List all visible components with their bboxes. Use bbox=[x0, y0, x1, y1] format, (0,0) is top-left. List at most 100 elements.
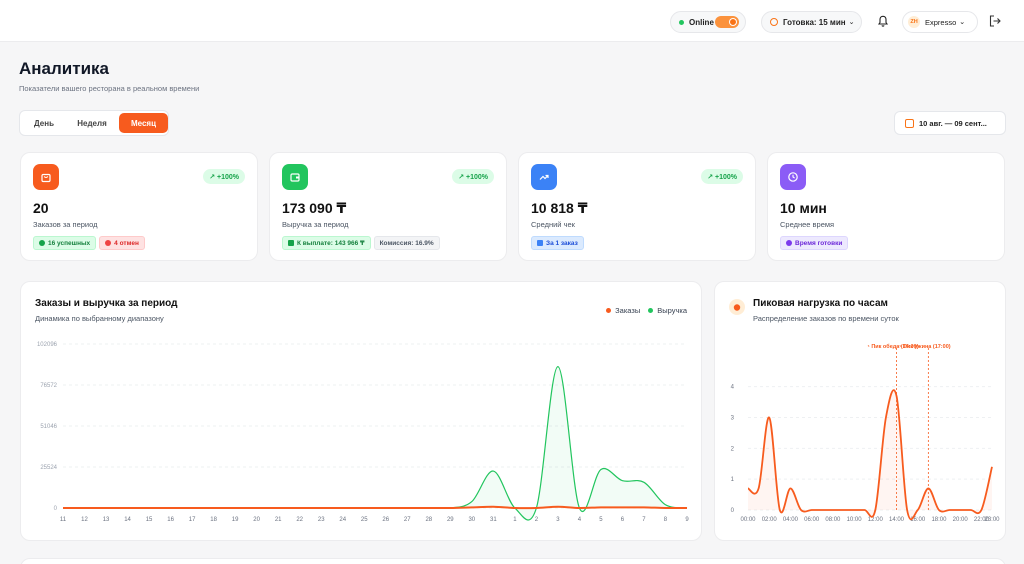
trend-badge: ↗ +100% bbox=[203, 169, 245, 184]
x-tick-label: 22 bbox=[296, 517, 303, 523]
x-tick-label: 31 bbox=[490, 517, 497, 523]
stat-value: 173 090 ₸ bbox=[282, 200, 347, 216]
x-icon bbox=[105, 240, 112, 246]
stat-label: Средний чек bbox=[531, 220, 575, 229]
x-tick-label: 25 bbox=[361, 517, 368, 523]
x-tick-label: 28 bbox=[425, 517, 432, 523]
y-tick-label: 76572 bbox=[40, 383, 57, 389]
peak-hours-chart: 0 1 2 3 4 00:00 02:00 04:00 06:00 08:00 10:00 12:00… bbox=[731, 343, 1001, 523]
x-tick-label: 06:00 bbox=[804, 517, 820, 523]
clock-icon bbox=[770, 18, 778, 26]
x-tick-label: 20 bbox=[253, 517, 260, 523]
calendar-icon bbox=[905, 118, 914, 128]
stat-label: Среднее время bbox=[780, 220, 835, 229]
stat-value: 10 818 ₸ bbox=[531, 200, 588, 216]
top-bar: Online Готовка: 15 мин ⌄ ZH Expresso ⌄ bbox=[0, 0, 1024, 42]
x-tick-label: 00:00 bbox=[740, 517, 756, 523]
user-menu[interactable]: ZH Expresso ⌄ bbox=[902, 11, 978, 33]
x-tick-label: 20:00 bbox=[953, 517, 969, 523]
clock-icon bbox=[780, 164, 806, 190]
date-range-label: 10 авг. — 09 сент... bbox=[919, 118, 987, 128]
x-tick-label: 9 bbox=[685, 517, 689, 523]
x-tick-label: 12:00 bbox=[868, 517, 884, 523]
x-tick-label: 4 bbox=[578, 517, 582, 523]
stat-value: 10 мин bbox=[780, 200, 827, 216]
stat-label: Выручка за период bbox=[282, 220, 349, 229]
x-tick-label: 26 bbox=[382, 517, 389, 523]
peak-annotation-dinner: ◔ Пик ужина (17:00) bbox=[898, 344, 951, 350]
x-tick-label: 17 bbox=[189, 517, 196, 523]
trending-up-icon bbox=[531, 164, 557, 190]
x-tick-label: 16 bbox=[167, 517, 174, 523]
check-icon bbox=[39, 240, 45, 246]
chevron-down-icon: ⌄ bbox=[959, 19, 966, 26]
cancel-badge: 4 отмен bbox=[99, 236, 145, 250]
y-tick-label: 4 bbox=[731, 385, 735, 391]
per-order-badge: За 1 заказ bbox=[531, 236, 584, 250]
x-tick-label: 2 bbox=[535, 517, 539, 523]
trend-badge: ↗ +100% bbox=[701, 169, 743, 184]
y-tick-label: 25524 bbox=[40, 465, 57, 471]
y-tick-label: 51046 bbox=[40, 424, 57, 430]
y-tick-label: 102096 bbox=[37, 342, 58, 348]
revenue-area bbox=[63, 366, 687, 520]
payout-badge: К выплате: 143 966 ₸ bbox=[282, 236, 371, 250]
y-tick-label: 3 bbox=[731, 416, 735, 422]
peak-hours-chart-card: Пиковая нагрузка по часам Распределение … bbox=[714, 281, 1006, 541]
x-tick-label: 12 bbox=[81, 517, 88, 523]
avatar: ZH bbox=[908, 16, 920, 28]
x-tick-label: 23:00 bbox=[984, 517, 1000, 523]
x-tick-label: 21 bbox=[275, 517, 282, 523]
cooking-time-badge: Время готовки bbox=[780, 236, 849, 250]
online-toggle[interactable]: Online bbox=[670, 11, 746, 33]
stat-card-orders: ↗ +100% 20 Заказов за период 16 успешных… bbox=[20, 152, 258, 261]
x-tick-label: 30 bbox=[468, 517, 475, 523]
bell-icon[interactable] bbox=[877, 14, 889, 28]
online-switch[interactable] bbox=[715, 16, 739, 28]
wallet-icon bbox=[282, 164, 308, 190]
period-tabs: День Неделя Месяц bbox=[19, 110, 169, 136]
tab-day[interactable]: День bbox=[24, 113, 64, 133]
x-tick-label: 18:00 bbox=[931, 517, 947, 523]
logout-icon[interactable] bbox=[988, 14, 1002, 28]
commission-badge: Комиссия: 16.9% bbox=[373, 236, 440, 250]
stat-card-revenue: ↗ +100% 173 090 ₸ Выручка за период К вы… bbox=[269, 152, 507, 261]
x-tick-label: 27 bbox=[404, 517, 411, 523]
cooking-time-dropdown[interactable]: Готовка: 15 мин ⌄ bbox=[761, 11, 862, 33]
tab-month[interactable]: Месяц bbox=[119, 113, 168, 133]
x-tick-label: 08:00 bbox=[825, 517, 841, 523]
stat-label: Заказов за период bbox=[33, 220, 98, 229]
receipt-icon bbox=[537, 240, 543, 246]
x-tick-label: 02:00 bbox=[762, 517, 778, 523]
x-tick-label: 15 bbox=[146, 517, 153, 523]
x-tick-label: 04:00 bbox=[783, 517, 799, 523]
y-tick-label: 0 bbox=[54, 506, 58, 512]
x-tick-label: 3 bbox=[556, 517, 560, 523]
page-title: Аналитика bbox=[19, 59, 109, 78]
orders-revenue-chart: 025524510467657210209611 12 13 14 15 16 17 18 19… bbox=[37, 342, 689, 523]
x-tick-label: 14 bbox=[124, 517, 131, 523]
document-icon bbox=[288, 240, 294, 246]
x-tick-label: 7 bbox=[642, 517, 646, 523]
orders-line bbox=[63, 505, 688, 510]
y-tick-label: 0 bbox=[731, 508, 735, 514]
x-tick-label: 18 bbox=[210, 517, 217, 523]
y-tick-label: 1 bbox=[731, 477, 735, 483]
x-tick-label: 13 bbox=[103, 517, 110, 523]
x-tick-label: 1 bbox=[513, 517, 517, 523]
trend-badge: ↗ +100% bbox=[452, 169, 494, 184]
cooking-time-label: Готовка: 15 мин bbox=[783, 17, 846, 27]
chevron-down-icon: ⌄ bbox=[848, 19, 855, 26]
orders-revenue-chart-card: Заказы и выручка за период Динамика по в… bbox=[20, 281, 702, 541]
x-tick-label: 14:00 bbox=[889, 517, 905, 523]
clock-icon bbox=[786, 240, 792, 246]
online-status-dot bbox=[679, 19, 684, 25]
bag-icon bbox=[33, 164, 59, 190]
online-label: Online bbox=[689, 17, 714, 27]
tab-week[interactable]: Неделя bbox=[67, 113, 117, 133]
x-tick-label: 6 bbox=[621, 517, 625, 523]
load-line bbox=[747, 389, 993, 521]
user-name: Expresso bbox=[925, 17, 957, 27]
date-range-picker[interactable]: 10 авг. — 09 сент... bbox=[894, 111, 1006, 135]
x-tick-label: 23 bbox=[318, 517, 325, 523]
